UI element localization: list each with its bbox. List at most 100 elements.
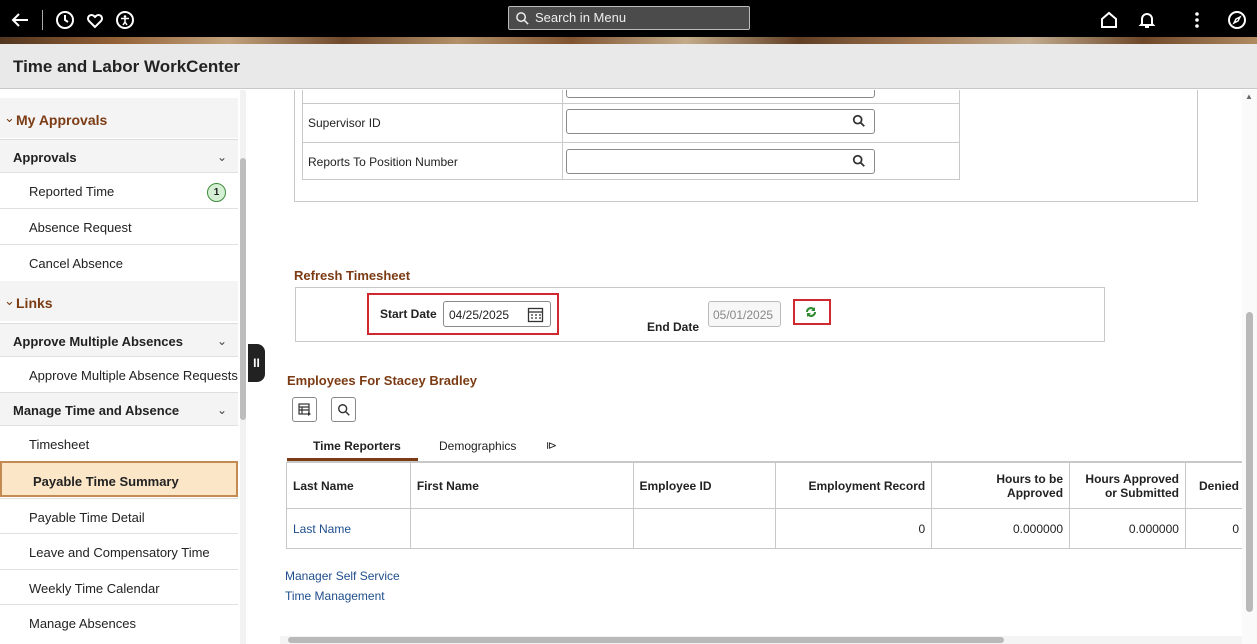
sidebar-item-cancel-absence[interactable]: Cancel Absence [0,244,238,280]
supervisor-id-input[interactable] [566,109,875,134]
main-vertical-scrollbar[interactable]: ▲ [1242,90,1257,644]
sidebar-item-label: Timesheet [29,437,90,452]
main-horizontal-scrollbar[interactable] [280,636,1242,644]
notification-bell-icon[interactable] [1134,7,1160,33]
show-all-columns-icon[interactable]: ⧐ [546,439,557,452]
page-header: Time and Labor WorkCenter [0,44,1257,89]
tab-time-reporters[interactable]: Time Reporters [313,439,401,453]
chevron-down-icon: ⌄ [4,293,15,308]
sidebar-item-label: Absence Request [29,220,132,235]
column-header-last-name[interactable]: Last Name [286,462,411,509]
decorative-banner [0,37,1257,44]
find-in-grid-button[interactable] [331,397,356,422]
sidebar-item-leave-and-compensatory-time[interactable]: Leave and Compensatory Time [0,533,238,569]
search-menu-input[interactable]: Search in Menu [508,6,750,30]
reports-to-label: Reports To Position Number [308,155,458,169]
divider [42,10,43,30]
refresh-icon[interactable] [803,304,819,320]
sidebar-item-label: Weekly Time Calendar [29,581,160,596]
lookup-search-icon[interactable] [852,114,866,128]
favorites-heart-icon[interactable] [82,7,108,33]
end-date-input: 05/01/2025 [708,301,781,327]
column-divider [562,90,563,180]
cell-employment-record: 0 [775,508,933,549]
section-label: My Approvals [16,112,108,128]
section-links[interactable]: ⌄ Links [0,281,238,321]
personalize-grid-button[interactable] [292,397,317,422]
start-date-input[interactable]: 04/25/2025 [443,301,551,327]
accessibility-icon[interactable] [112,7,138,33]
sidebar-item-absence-request[interactable]: Absence Request [0,208,238,244]
scrollbar-thumb[interactable] [288,637,1004,643]
table-header-row: Last Name First Name Employee ID Employm… [286,462,1242,509]
sidebar-item-label: Reported Time [29,184,115,199]
start-date-value: 04/25/2025 [449,308,510,322]
count-badge: 1 [207,183,226,202]
group-label: Manage Time and Absence [13,403,180,418]
employees-table: Last Name First Name Employee ID Employm… [286,462,1242,549]
start-date-label: Start Date [380,307,437,321]
home-icon[interactable] [1096,7,1122,33]
scroll-up-icon[interactable]: ▲ [1245,92,1253,101]
employee-link[interactable]: Last Name [293,522,351,536]
sidebar-item-approve-multiple-absence-requests[interactable]: Approve Multiple Absence Requests [0,356,238,392]
cell-first-name [409,508,634,549]
recent-history-icon[interactable] [52,7,78,33]
sidebar-item-label: Payable Time Detail [29,510,145,525]
column-header-denied[interactable]: Denied [1184,462,1242,509]
column-header-employment-record[interactable]: Employment Record [775,462,933,509]
table-row: Last Name 0 0.000000 0.000000 0 [286,508,1242,549]
cell-employee-id [632,508,777,549]
sidebar-scrollbar[interactable] [240,90,246,644]
top-navigation-bar: Search in Menu [0,0,1257,44]
scrollbar-thumb[interactable] [240,158,246,420]
sidebar-item-label: Payable Time Summary [33,474,179,489]
back-arrow-icon[interactable] [8,7,34,33]
section-my-approvals[interactable]: ⌄ My Approvals [0,98,238,138]
sidebar-item-label: Approve Multiple Absence Requests [29,368,238,383]
sidebar-item-timesheet[interactable]: Timesheet [0,425,238,461]
search-placeholder: Search in Menu [535,10,627,25]
tab-demographics[interactable]: Demographics [439,439,516,453]
chevron-down-icon: ⌄ [217,150,228,164]
left-sidebar: ⌄ My Approvals Approvals ⌄ Reported Time… [0,90,240,644]
link-manager-self-service[interactable]: Manager Self Service [285,569,400,583]
search-icon [338,404,350,416]
sidebar-item-weekly-time-calendar[interactable]: Weekly Time Calendar [0,569,238,605]
sidebar-item-manage-absences[interactable]: Manage Absences [0,604,238,640]
sidebar-item-reported-time[interactable]: Reported Time 1 [0,172,238,208]
criteria-input-partial[interactable] [566,90,875,98]
refresh-timesheet-title: Refresh Timesheet [294,268,411,283]
group-approve-multiple-absences[interactable]: Approve Multiple Absences ⌄ [0,323,238,357]
cell-last-name[interactable]: Last Name [286,508,411,549]
column-header-first-name[interactable]: First Name [409,462,634,509]
navigator-compass-icon[interactable] [1224,7,1250,33]
sidebar-item-payable-time-summary[interactable]: Payable Time Summary [0,461,238,497]
column-header-hours-to-be-approved[interactable]: Hours to be Approved [931,462,1071,509]
end-date-value: 05/01/2025 [713,308,774,322]
scrollbar-thumb[interactable] [1246,312,1253,612]
supervisor-id-label: Supervisor ID [308,116,381,130]
link-time-management[interactable]: Time Management [285,589,385,603]
calendar-icon[interactable] [527,306,544,323]
page-title: Time and Labor WorkCenter [13,57,241,76]
row-divider [302,103,960,104]
chevron-down-icon: ⌄ [217,403,228,417]
collapse-sidebar-button[interactable]: II [248,344,265,382]
cell-hours-approved: 0.000000 [1069,508,1186,549]
lookup-search-icon[interactable] [852,154,866,168]
sidebar-item-label: Manage Absences [29,616,136,631]
column-header-hours-approved[interactable]: Hours Approved or Submitted [1069,462,1186,509]
column-header-employee-id[interactable]: Employee ID [632,462,777,509]
group-label: Approvals [13,150,77,165]
more-options-icon[interactable] [1184,7,1210,33]
cell-denied: 0 [1184,508,1242,549]
sidebar-item-payable-time-detail[interactable]: Payable Time Detail [0,498,238,534]
sidebar-item-label: Cancel Absence [29,256,123,271]
group-approvals[interactable]: Approvals ⌄ [0,139,238,173]
grid-settings-icon [298,403,311,416]
reports-to-position-input[interactable] [566,149,875,174]
group-manage-time-and-absence[interactable]: Manage Time and Absence ⌄ [0,392,238,426]
section-label: Links [16,295,53,311]
chevron-down-icon: ⌄ [217,334,228,348]
